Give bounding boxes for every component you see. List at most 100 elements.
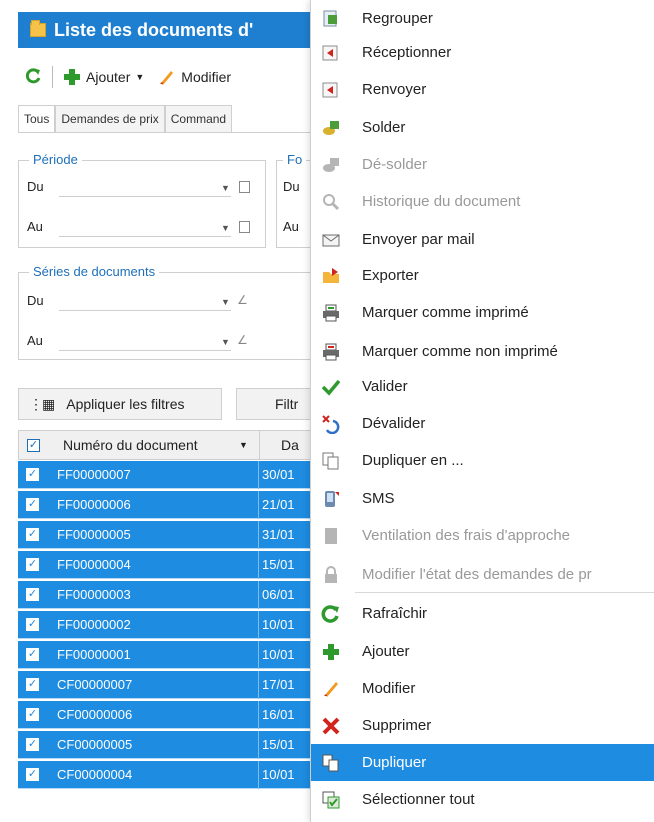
menu-item-label: Dé-solder (362, 156, 428, 173)
add-button[interactable]: Ajouter ▼ (63, 68, 144, 86)
menu-item-envoyer-par-mail[interactable]: Envoyer par mail (311, 221, 654, 258)
row-checkbox[interactable]: ✓ (26, 678, 39, 691)
sort-dropdown-icon[interactable]: ▼ (239, 440, 248, 450)
grid-header: ✓ Numéro du document ▼ Da (18, 430, 318, 460)
period-from-input[interactable] (59, 179, 231, 197)
series-to-edit-icon[interactable]: ∠ (237, 333, 248, 347)
column-divider (258, 551, 259, 579)
row-checkbox[interactable]: ✓ (26, 468, 39, 481)
apply-filters-button[interactable]: ⋮▦ Appliquer les filtres (18, 388, 222, 420)
menu-item-marquer-comme-imprimé[interactable]: Marquer comme imprimé (311, 294, 654, 331)
menu-item-ventilation-des-frais-d-approche: Ventilation des frais d'approche (311, 517, 654, 554)
filter-button-label: Filtr (275, 396, 299, 412)
document-date: 17/01 (262, 677, 295, 692)
add-dropdown-icon[interactable]: ▼ (135, 72, 144, 82)
row-checkbox[interactable]: ✓ (26, 768, 39, 781)
table-row[interactable]: ✓ FF00000006 21/01 (18, 491, 318, 519)
table-row[interactable]: ✓ FF00000002 10/01 (18, 611, 318, 639)
series-group-title: Séries de documents (29, 264, 160, 279)
document-number: FF00000003 (57, 587, 131, 602)
refresh-icon[interactable] (24, 67, 42, 88)
menu-item-label: Marquer comme imprimé (362, 304, 529, 321)
menu-item-sms[interactable]: SMS (311, 480, 654, 517)
menu-item-label: SMS (362, 490, 395, 507)
check-icon (321, 377, 341, 397)
tab-all[interactable]: Tous (18, 105, 56, 132)
menu-item-label: Exporter (362, 267, 419, 284)
table-row[interactable]: ✓ CF00000007 17/01 (18, 671, 318, 699)
table-row[interactable]: ✓ CF00000006 16/01 (18, 701, 318, 729)
menu-item-modifier[interactable]: Modifier (311, 670, 654, 707)
select-all-checkbox[interactable]: ✓ (27, 438, 40, 452)
second-filter-group-title: Fo (283, 152, 307, 167)
tab-price-requests[interactable]: Demandes de prix (55, 105, 165, 132)
menu-item-dupliquer[interactable]: Dupliquer (311, 744, 654, 781)
document-number: CF00000007 (57, 677, 133, 692)
series-from-edit-icon[interactable]: ∠ (237, 293, 248, 307)
row-checkbox[interactable]: ✓ (26, 738, 39, 751)
document-date: 16/01 (262, 707, 295, 722)
column-header-number[interactable]: Numéro du document (63, 437, 198, 453)
second-filter-from-label: Du (283, 179, 300, 194)
return-icon (321, 80, 341, 100)
row-checkbox[interactable]: ✓ (26, 618, 39, 631)
table-row[interactable]: ✓ FF00000007 30/01 (18, 461, 318, 489)
table-row[interactable]: ✓ FF00000003 06/01 (18, 581, 318, 609)
menu-item-exporter[interactable]: Exporter (311, 257, 654, 294)
period-to-calendar-icon[interactable] (239, 221, 250, 233)
table-row[interactable]: ✓ FF00000005 31/01 (18, 521, 318, 549)
second-filter-to-row: Au (283, 219, 299, 234)
document-tabs: Tous Demandes de prix Command (18, 105, 318, 133)
menu-item-rafraîchir[interactable]: Rafraîchir (311, 595, 654, 632)
menu-item-label: Regrouper (362, 10, 433, 27)
table-row[interactable]: ✓ FF00000004 15/01 (18, 551, 318, 579)
period-to-label: Au (27, 219, 43, 234)
period-from-calendar-icon[interactable] (239, 181, 250, 193)
menu-item-label: Valider (362, 378, 408, 395)
menu-item-renvoyer[interactable]: Renvoyer (311, 71, 654, 108)
series-to-dropdown-icon[interactable]: ▼ (221, 337, 230, 347)
menu-item-supprimer[interactable]: Supprimer (311, 707, 654, 744)
select-all-icon (321, 790, 341, 810)
series-from-input[interactable] (59, 293, 231, 311)
table-row[interactable]: ✓ CF00000005 15/01 (18, 731, 318, 759)
column-header-date[interactable]: Da (281, 437, 299, 453)
table-row[interactable]: ✓ FF00000001 10/01 (18, 641, 318, 669)
delete-icon (321, 716, 341, 736)
document-number: FF00000005 (57, 527, 131, 542)
document-date: 15/01 (262, 737, 295, 752)
document-number: CF00000005 (57, 737, 133, 752)
menu-item-label: Envoyer par mail (362, 231, 475, 248)
menu-item-sélectionner-tout[interactable]: Sélectionner tout (311, 781, 654, 818)
row-checkbox[interactable]: ✓ (26, 558, 39, 571)
menu-item-dupliquer-en[interactable]: Dupliquer en ... (311, 442, 654, 479)
menu-item-marquer-comme-non-imprimé[interactable]: Marquer comme non imprimé (311, 333, 654, 370)
period-from-dropdown-icon[interactable]: ▼ (221, 183, 230, 193)
row-checkbox[interactable]: ✓ (26, 588, 39, 601)
column-divider (258, 761, 259, 789)
menu-item-modifier-l-état-des-demandes-de-pr: Modifier l'état des demandes de pr (311, 556, 654, 593)
window-title-bar: Liste des documents d' (18, 12, 318, 48)
menu-item-dévalider[interactable]: Dévalider (311, 405, 654, 442)
table-row[interactable]: ✓ CF00000004 10/01 (18, 761, 318, 789)
edit-button[interactable]: Modifier (158, 68, 231, 86)
menu-item-réceptionner[interactable]: Réceptionner (311, 34, 654, 71)
row-checkbox[interactable]: ✓ (26, 708, 39, 721)
period-to-dropdown-icon[interactable]: ▼ (221, 223, 230, 233)
period-to-input[interactable] (59, 219, 231, 237)
document-date: 10/01 (262, 767, 295, 782)
menu-item-regrouper[interactable]: Regrouper (311, 0, 654, 37)
series-to-input[interactable] (59, 333, 231, 351)
series-from-dropdown-icon[interactable]: ▼ (221, 297, 230, 307)
row-checkbox[interactable]: ✓ (26, 648, 39, 661)
menu-item-ajouter[interactable]: Ajouter (311, 633, 654, 670)
period-from-label: Du (27, 179, 44, 194)
row-checkbox[interactable]: ✓ (26, 498, 39, 511)
document-date: 10/01 (262, 647, 295, 662)
menu-item-solder[interactable]: Solder (311, 109, 654, 146)
tab-orders[interactable]: Command (164, 105, 233, 132)
row-checkbox[interactable]: ✓ (26, 528, 39, 541)
menu-item-valider[interactable]: Valider (311, 368, 654, 405)
series-from-label: Du (27, 293, 44, 308)
filter-button[interactable]: Filtr (236, 388, 320, 420)
